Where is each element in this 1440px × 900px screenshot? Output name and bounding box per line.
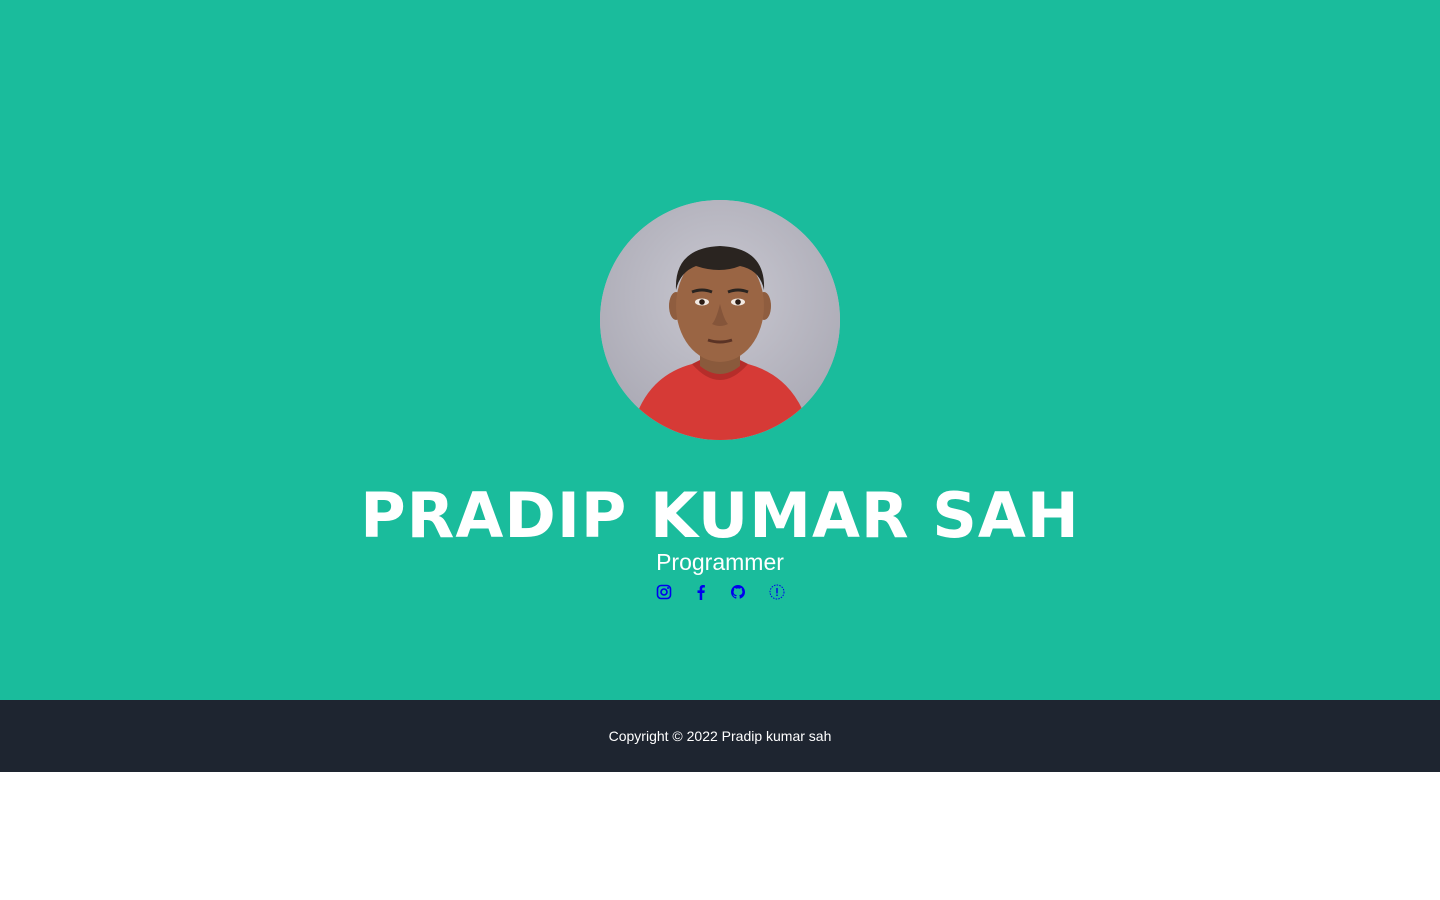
facebook-link[interactable] (692, 583, 710, 601)
instagram-icon (656, 584, 671, 600)
instagram-link[interactable] (655, 583, 673, 601)
footer: Copyright © 2022 Pradip kumar sah (0, 700, 1440, 772)
avatar (600, 200, 840, 440)
profile-role: Programmer (656, 549, 784, 575)
copyright-text: Copyright © 2022 Pradip kumar sah (608, 728, 832, 744)
github-link[interactable] (729, 583, 747, 601)
avatar-photo (600, 200, 840, 440)
social-links (0, 580, 1440, 604)
profile-name: PRADIP KUMAR SAH (360, 479, 1080, 552)
broken-image-link[interactable] (768, 583, 786, 601)
github-icon (730, 585, 745, 599)
broken-link-icon (769, 584, 784, 600)
facebook-icon (697, 585, 705, 600)
hero-section: PRADIP KUMAR SAH Programmer (0, 0, 1440, 700)
